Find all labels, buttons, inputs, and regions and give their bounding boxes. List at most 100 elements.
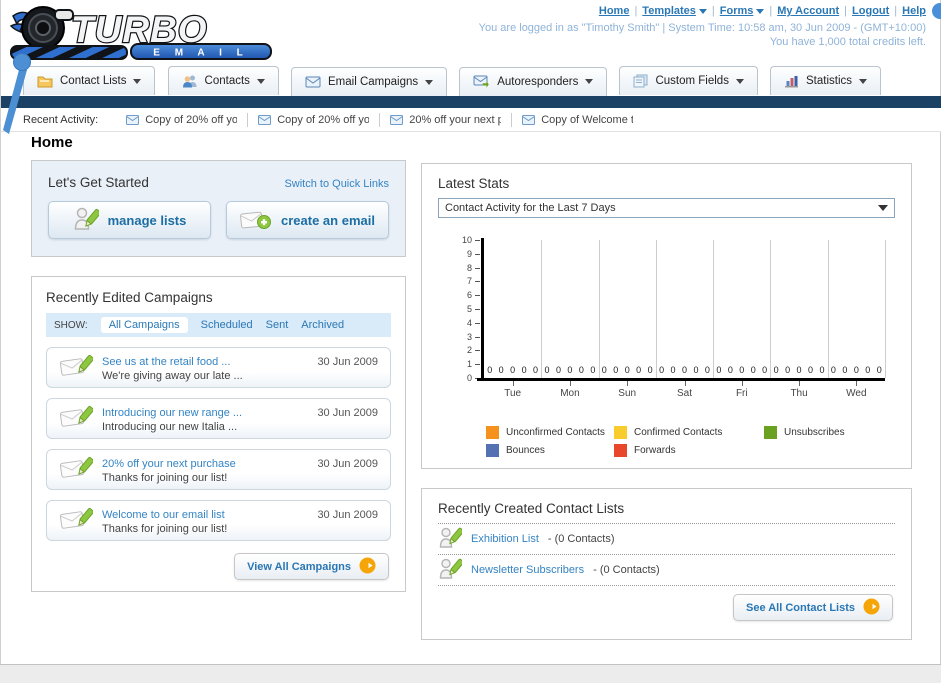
chevron-down-icon (256, 78, 265, 84)
contact-lists-title: Recently Created Contact Lists (438, 501, 625, 516)
nav-home[interactable]: Home (599, 5, 630, 17)
dotted-divider (438, 585, 895, 586)
nav-help[interactable]: Help (902, 5, 926, 17)
campaign-subtitle: Introducing our new Italia ... (102, 420, 238, 433)
contact-list-detail: - (0 Contacts) (593, 564, 660, 576)
contact-list-detail: - (0 Contacts) (547, 533, 615, 545)
view-all-campaigns-button[interactable]: View All Campaigns (234, 553, 389, 580)
create-an-email-button[interactable]: create an email (226, 201, 389, 239)
legend-item: Bounces (486, 444, 614, 457)
campaigns-filter-strip: SHOW: All Campaigns Scheduled Sent Archi… (46, 313, 391, 337)
campaign-item[interactable]: Welcome to our email list 30 Jun 2009 Th… (46, 500, 391, 541)
see-all-contact-lists-button[interactable]: See All Contact Lists (732, 594, 893, 621)
envelope-icon (305, 76, 321, 88)
page-footer (0, 664, 941, 683)
nav-templates[interactable]: Templates (642, 5, 707, 17)
envelope-arrow-icon (473, 75, 490, 88)
chevron-down-icon (698, 8, 707, 14)
logo-subtitle: E M A I L (153, 48, 248, 59)
credits-info: You have 1,000 total credits left. (769, 36, 926, 48)
filter-sent[interactable]: Sent (266, 319, 289, 331)
people-icon (182, 74, 198, 88)
latest-stats-title: Latest Stats (438, 176, 510, 191)
tab-email-campaigns[interactable]: Email Campaigns (291, 67, 448, 96)
envelope-plus-icon (240, 208, 272, 233)
arrow-circle-icon (863, 598, 880, 618)
page-title: Home (31, 134, 73, 151)
contact-list-item[interactable]: Newsletter Subscribers - (0 Contacts) (438, 555, 895, 585)
show-label: SHOW: (54, 319, 88, 331)
pin-decoration (3, 53, 31, 134)
campaign-subtitle: We're giving away our late ... (102, 369, 243, 382)
chevron-down-icon (133, 78, 142, 84)
envelope-pencil-icon (59, 404, 94, 433)
person-pencil-icon (438, 526, 464, 553)
pages-icon (633, 74, 648, 88)
person-pencil-icon (438, 557, 464, 584)
tab-contacts[interactable]: Contacts (167, 66, 279, 95)
campaign-title-link[interactable]: Welcome to our email list (102, 509, 225, 521)
barchart-icon (784, 74, 799, 88)
legend-item: Confirmed Contacts (614, 426, 764, 439)
campaign-item[interactable]: 20% off your next purchase 30 Jun 2009 T… (46, 449, 391, 490)
campaign-subtitle: Thanks for joining our list! (102, 471, 228, 484)
campaign-date: 30 Jun 2009 (317, 406, 378, 419)
campaign-title-link[interactable]: Introducing our new range ... (102, 407, 242, 419)
chevron-down-icon (756, 8, 765, 14)
recent-activity-item[interactable]: Copy of 20% off yo (248, 112, 381, 127)
recent-activity-bar: Recent Activity: Copy of 20% off yo Copy… (1, 108, 941, 132)
filter-scheduled[interactable]: Scheduled (201, 319, 253, 331)
page-container: TURBO E M A I L Home | Templates | Forms | My … (0, 0, 941, 664)
campaign-item[interactable]: Introducing our new range ... 30 Jun 200… (46, 398, 391, 439)
tab-autoresponders[interactable]: Autoresponders (459, 66, 608, 96)
envelope-pencil-icon (59, 455, 94, 484)
navy-divider-bar (1, 96, 941, 108)
campaign-item[interactable]: See us at the retail food ... 30 Jun 200… (46, 347, 391, 388)
recent-activity-item[interactable]: Copy of Welcome to (512, 113, 643, 127)
legend-swatch (486, 444, 499, 457)
legend-swatch (764, 426, 777, 439)
filter-all-campaigns[interactable]: All Campaigns (100, 317, 188, 333)
recent-activity-item[interactable]: Copy of 20% off yo (116, 112, 249, 127)
stats-activity-dropdown[interactable]: Contact Activity for the Last 7 Days (438, 198, 895, 218)
campaigns-panel: Recently Edited Campaigns SHOW: All Camp… (31, 276, 406, 592)
main-tabbar: Contact Lists Contacts Email Campaigns A… (1, 66, 941, 96)
nav-logout[interactable]: Logout (852, 5, 889, 17)
recent-activity-item[interactable]: 20% off your next p (380, 112, 513, 127)
chart-legend: Unconfirmed Contacts Confirmed Contacts … (486, 426, 895, 457)
contact-list-item[interactable]: Exhibition List - (0 Contacts) (438, 524, 895, 554)
nav-my-account[interactable]: My Account (777, 5, 839, 17)
get-started-title: Let's Get Started (48, 175, 149, 190)
contact-lists-panel: Recently Created Contact Lists Exhibitio… (421, 488, 912, 640)
envelope-pencil-icon (59, 506, 94, 535)
tab-statistics[interactable]: Statistics (770, 66, 882, 95)
folder-icon (37, 74, 53, 88)
filter-archived[interactable]: Archived (301, 319, 344, 331)
edge-dot-decoration (932, 3, 941, 19)
switch-to-quick-links[interactable]: Switch to Quick Links (284, 178, 389, 190)
campaign-date: 30 Jun 2009 (317, 457, 378, 470)
campaign-title-link[interactable]: See us at the retail food ... (102, 356, 230, 368)
manage-lists-button[interactable]: manage lists (48, 201, 211, 239)
envelope-pencil-icon (59, 353, 94, 382)
envelope-icon (522, 114, 536, 125)
chevron-down-icon (425, 79, 434, 85)
arrow-circle-icon (359, 557, 376, 577)
turbo-email-logo: TURBO E M A I L (7, 2, 275, 65)
contact-list-link[interactable]: Newsletter Subscribers (471, 564, 584, 576)
envelope-icon (126, 114, 140, 125)
campaigns-title: Recently Edited Campaigns (46, 290, 213, 305)
campaign-subtitle: Thanks for joining our list! (102, 522, 228, 535)
legend-item: Unsubscribes (764, 426, 904, 439)
get-started-panel: Let's Get Started Switch to Quick Links … (31, 160, 406, 257)
nav-forms[interactable]: Forms (720, 5, 765, 17)
tab-custom-fields[interactable]: Custom Fields (619, 66, 758, 95)
chevron-down-icon (878, 205, 888, 211)
tab-contact-lists[interactable]: Contact Lists (23, 66, 156, 95)
campaign-date: 30 Jun 2009 (317, 355, 378, 368)
login-info: You are logged in as "Timothy Smith" | S… (478, 22, 926, 34)
contact-list-link[interactable]: Exhibition List (471, 533, 539, 545)
legend-item: Unconfirmed Contacts (486, 426, 614, 439)
campaign-title-link[interactable]: 20% off your next purchase (102, 458, 236, 470)
legend-swatch (486, 426, 499, 439)
